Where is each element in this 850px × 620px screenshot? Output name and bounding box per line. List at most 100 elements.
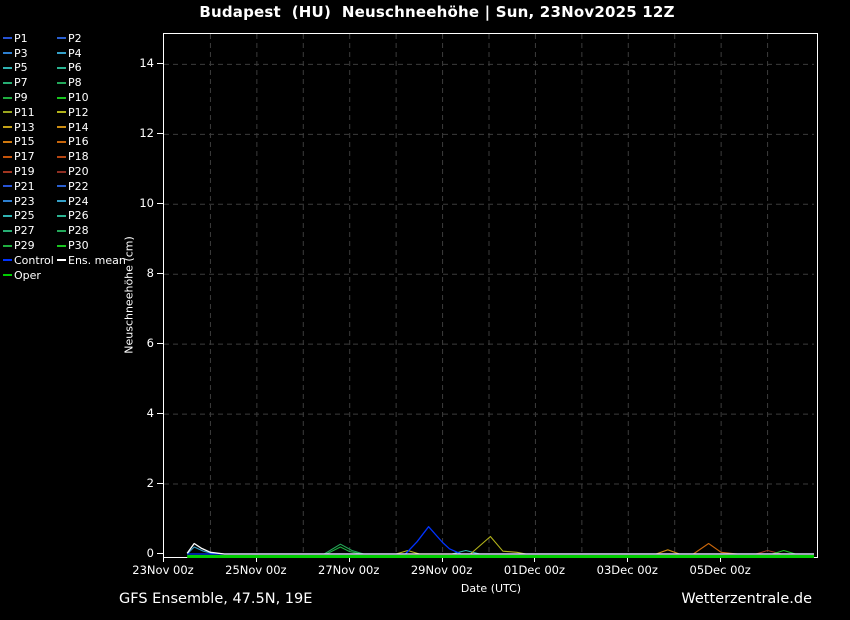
legend-item-p22: P22 (57, 179, 129, 194)
x-tick-mark (349, 558, 350, 562)
x-tick-label: 27Nov 00z (306, 563, 392, 577)
legend-label: P24 (68, 195, 89, 208)
legend-label: P14 (68, 121, 89, 134)
legend-item-p7: P7 (3, 75, 57, 90)
legend-color-swatch (57, 156, 66, 158)
legend-label: P26 (68, 209, 89, 222)
y-tick-label: 0 (112, 546, 154, 560)
legend-item-p12: P12 (57, 105, 129, 120)
legend-label: P19 (14, 165, 35, 178)
y-tick-mark (157, 413, 163, 414)
legend-item-p23: P23 (3, 194, 57, 209)
legend-item-p19: P19 (3, 164, 57, 179)
legend-item-p18: P18 (57, 149, 129, 164)
legend-color-swatch (57, 215, 66, 217)
legend-item-p29: P29 (3, 238, 57, 253)
legend-color-swatch (3, 230, 12, 232)
legend-label: P12 (68, 106, 89, 119)
legend-item-p25: P25 (3, 209, 57, 224)
x-tick-label: 25Nov 00z (213, 563, 299, 577)
y-tick-mark (157, 63, 163, 64)
chart-title: Budapest (HU) Neuschneehöhe | Sun, 23Nov… (12, 3, 850, 21)
legend-color-swatch (3, 52, 12, 54)
legend-color-swatch (3, 200, 12, 202)
legend-label: P22 (68, 180, 89, 193)
legend-label: P28 (68, 224, 89, 237)
legend-color-swatch (57, 111, 66, 113)
footer-model-info: GFS Ensemble, 47.5N, 19E (119, 591, 312, 607)
legend-label: P30 (68, 239, 89, 252)
legend-item-p15: P15 (3, 135, 57, 150)
legend-color-swatch (57, 97, 66, 99)
legend-color-swatch (3, 37, 12, 39)
legend-color-swatch (57, 230, 66, 232)
legend-item-p10: P10 (57, 90, 129, 105)
y-tick-mark (157, 273, 163, 274)
legend-color-swatch (3, 126, 12, 128)
legend-item-p28: P28 (57, 223, 129, 238)
legend-label: P15 (14, 135, 35, 148)
legend-color-swatch (57, 141, 66, 143)
x-tick-mark (256, 558, 257, 562)
legend-label: Control (14, 254, 54, 267)
legend: P1P2P3P4P5P6P7P8P9P10P11P12P13P14P15P16P… (3, 31, 129, 283)
legend-item-p21: P21 (3, 179, 57, 194)
legend-color-swatch (3, 245, 12, 247)
y-tick-mark (157, 553, 163, 554)
legend-color-swatch (57, 67, 66, 69)
legend-label: P9 (14, 91, 28, 104)
legend-item-p13: P13 (3, 120, 57, 135)
chart-canvas (164, 34, 814, 554)
y-tick-label: 2 (112, 476, 154, 490)
legend-item-p1: P1 (3, 31, 57, 46)
legend-label: Ens. mean (68, 254, 126, 267)
x-tick-label: 03Dec 00z (584, 563, 670, 577)
y-tick-label: 4 (112, 406, 154, 420)
x-tick-mark (163, 558, 164, 562)
legend-label: P1 (14, 32, 28, 45)
legend-color-swatch (57, 245, 66, 247)
x-tick-mark (534, 558, 535, 562)
legend-color-swatch (57, 82, 66, 84)
legend-color-swatch (3, 171, 12, 173)
legend-color-swatch (57, 185, 66, 187)
x-tick-mark (442, 558, 443, 562)
y-tick-label: 6 (112, 336, 154, 350)
legend-item-p5: P5 (3, 61, 57, 76)
footer-brand: Wetterzentrale.de (681, 591, 812, 607)
legend-label: P21 (14, 180, 35, 193)
legend-label: P5 (14, 61, 28, 74)
y-tick-label: 10 (112, 196, 154, 210)
legend-label: P29 (14, 239, 35, 252)
legend-color-swatch (3, 259, 12, 261)
x-axis-label: Date (UTC) (446, 582, 536, 595)
legend-color-swatch (57, 171, 66, 173)
legend-item-p27: P27 (3, 223, 57, 238)
legend-color-swatch (3, 156, 12, 158)
legend-item-control: Control (3, 253, 57, 268)
legend-item-p17: P17 (3, 149, 57, 164)
legend-color-swatch (3, 111, 12, 113)
legend-label: P13 (14, 121, 35, 134)
y-tick-label: 14 (112, 56, 154, 70)
y-tick-mark (157, 133, 163, 134)
legend-color-swatch (3, 141, 12, 143)
legend-label: P20 (68, 165, 89, 178)
y-tick-label: 12 (112, 126, 154, 140)
legend-label: P7 (14, 76, 28, 89)
legend-item-p11: P11 (3, 105, 57, 120)
legend-label: P16 (68, 135, 89, 148)
legend-item-oper: Oper (3, 268, 57, 283)
x-tick-mark (627, 558, 628, 562)
y-tick-mark (157, 343, 163, 344)
x-tick-label: 23Nov 00z (120, 563, 206, 577)
x-tick-label: 05Dec 00z (677, 563, 763, 577)
legend-color-swatch (57, 52, 66, 54)
legend-color-swatch (57, 259, 66, 261)
legend-item-p30: P30 (57, 238, 129, 253)
legend-item-p26: P26 (57, 209, 129, 224)
legend-color-swatch (57, 37, 66, 39)
legend-label: P18 (68, 150, 89, 163)
legend-color-swatch (3, 97, 12, 99)
plot-area (163, 33, 818, 558)
